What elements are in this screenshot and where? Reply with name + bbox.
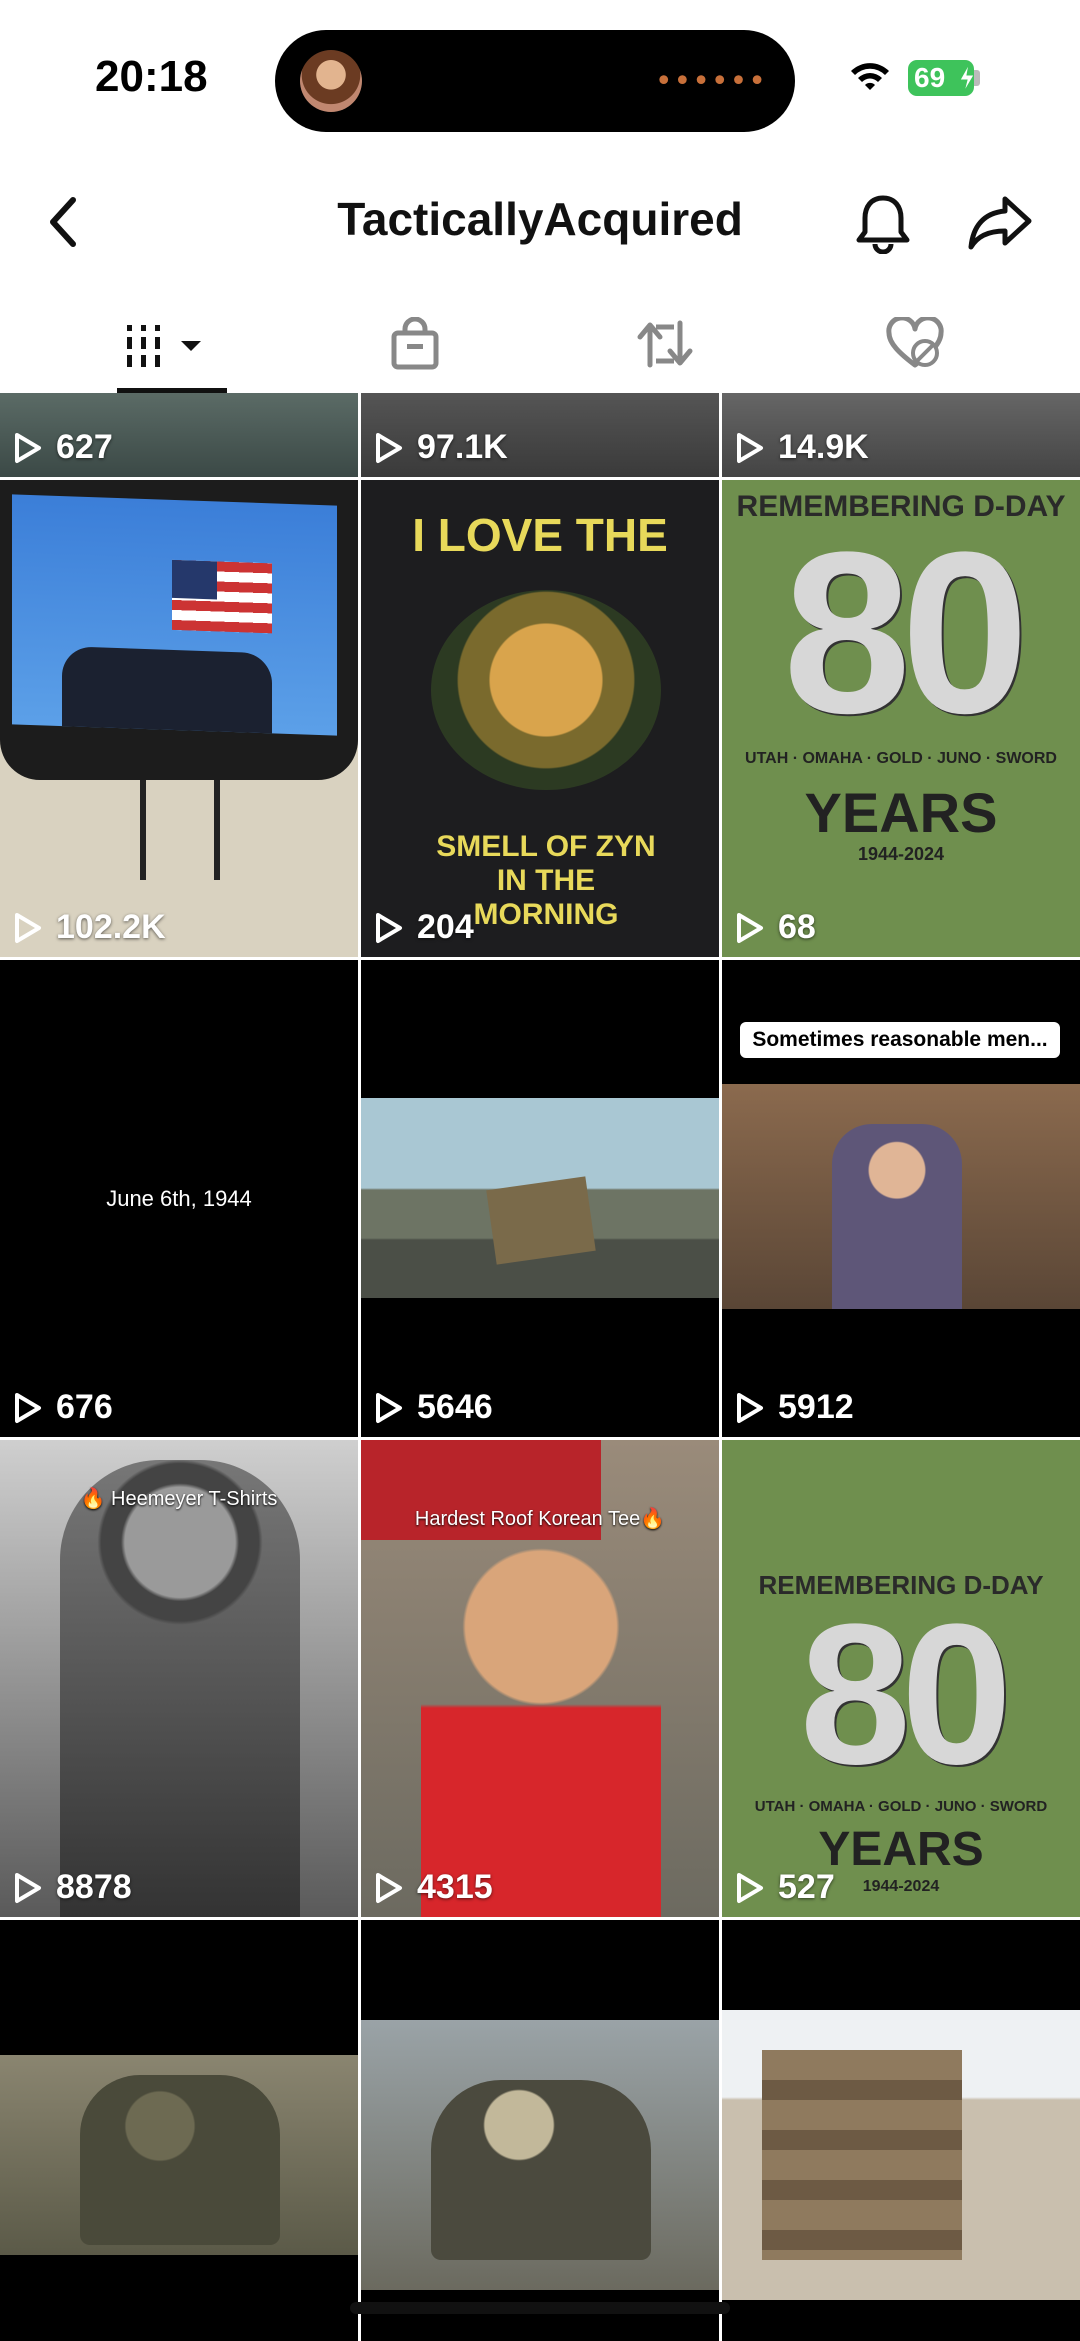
grid-dropdown-icon <box>127 325 201 367</box>
battery-cap <box>974 70 980 86</box>
view-count: 8878 <box>14 1868 132 1907</box>
view-count: 97.1K <box>375 428 508 467</box>
video-tile[interactable]: 🔥 Heemeyer T-Shirts 8878 <box>0 1440 358 1917</box>
video-tile[interactable]: REMEMBERING D-DAY 80 UTAH · OMAHA · GOLD… <box>722 480 1080 957</box>
view-count: 4315 <box>375 1868 493 1907</box>
dday-range: 1944-2024 <box>857 844 945 864</box>
play-icon <box>376 912 402 943</box>
dday-years: YEARS <box>804 781 998 844</box>
video-tile[interactable]: 5646 <box>361 960 719 1437</box>
profile-header: TacticallyAcquired <box>0 170 1080 280</box>
video-title-chip: Sometimes reasonable men... <box>740 1022 1060 1058</box>
dday-beaches: UTAH · OMAHA · GOLD · JUNO · SWORD <box>754 1798 1048 1815</box>
heart-hidden-icon <box>886 317 944 368</box>
smiling-man <box>421 1530 661 1917</box>
tab-liked[interactable] <box>825 295 1005 393</box>
battery-indicator: 69 <box>908 60 975 96</box>
play-icon <box>15 912 41 943</box>
live-activity-avatar <box>300 50 362 112</box>
page-title: TacticallyAcquired <box>337 193 743 245</box>
tripod-stand <box>140 780 220 880</box>
dynamic-island[interactable]: •••••• <box>275 30 795 132</box>
video-tile[interactable] <box>0 1920 358 2341</box>
view-count: 14.9K <box>736 428 869 467</box>
tshirt-portrait <box>431 590 661 790</box>
video-tile[interactable]: 14.9K <box>722 393 1080 477</box>
play-icon <box>376 432 402 463</box>
tab-shop[interactable] <box>325 295 505 393</box>
battery-level: 69 <box>914 62 946 93</box>
share-button[interactable] <box>965 190 1035 256</box>
video-tile[interactable]: Sometimes reasonable men... 5912 <box>722 960 1080 1437</box>
video-frame <box>0 2055 358 2255</box>
dday-number: 80 <box>783 504 1029 761</box>
repost-icon <box>637 320 693 368</box>
play-icon <box>737 1872 763 1903</box>
wifi-icon <box>851 63 889 90</box>
view-count: 102.2K <box>14 908 166 947</box>
profile-tabs <box>0 295 1080 393</box>
video-tile[interactable]: 627 <box>0 393 358 477</box>
play-icon <box>737 1392 763 1423</box>
play-icon <box>15 1872 41 1903</box>
video-tile[interactable]: 97.1K <box>361 393 719 477</box>
video-caption: 🔥 Heemeyer T-Shirts <box>80 1488 278 1510</box>
video-frame <box>361 1098 719 1298</box>
video-grid: 627 97.1K 14.9K 102.2K I LOVE THE SMELL … <box>0 393 1080 2341</box>
dday-number: 80 <box>799 1583 1012 1806</box>
share-arrow-icon <box>968 196 1032 250</box>
video-tile[interactable] <box>361 1920 719 2341</box>
video-tile[interactable]: Hardest Roof Korean Tee🔥 4315 <box>361 1440 719 1917</box>
play-icon <box>737 912 763 943</box>
bw-portrait <box>60 1460 300 1917</box>
video-tile[interactable]: I LOVE THE SMELL OF ZYN IN THE MORNING 2… <box>361 480 719 957</box>
video-frame <box>722 1084 1080 1309</box>
shopping-bag-icon <box>391 317 439 370</box>
video-tile[interactable]: REMEMBERING D-DAY 80 UTAH · OMAHA · GOLD… <box>722 1440 1080 1917</box>
home-indicator[interactable] <box>350 2302 730 2314</box>
play-icon <box>376 1392 402 1423</box>
play-icon <box>15 1392 41 1423</box>
video-tile[interactable]: 102.2K <box>0 480 358 957</box>
audio-dots-icon: •••••• <box>654 64 767 99</box>
clock: 20:18 <box>95 52 208 101</box>
tab-reposts[interactable] <box>575 295 755 393</box>
photo-frame <box>12 494 337 736</box>
tab-videos[interactable] <box>75 295 255 393</box>
bell-icon <box>856 195 910 254</box>
tshirt-headline: I LOVE THE <box>412 509 668 561</box>
view-count: 5912 <box>736 1388 854 1427</box>
notifications-button[interactable] <box>850 188 916 258</box>
play-icon <box>737 432 763 463</box>
play-icon <box>376 1872 402 1903</box>
view-count: 676 <box>14 1388 113 1427</box>
view-count: 68 <box>736 908 816 947</box>
video-frame <box>722 2010 1080 2300</box>
view-count: 5646 <box>375 1388 493 1427</box>
play-icon <box>15 432 41 463</box>
video-tile[interactable]: June 6th, 1944 676 <box>0 960 358 1437</box>
video-frame <box>361 2020 719 2290</box>
dday-beaches: UTAH · OMAHA · GOLD · JUNO · SWORD <box>745 750 1057 767</box>
video-caption: June 6th, 1944 <box>106 1186 252 1211</box>
video-tile[interactable] <box>722 1920 1080 2341</box>
view-count: 527 <box>736 1868 835 1907</box>
view-count: 627 <box>14 428 113 467</box>
status-bar: 20:18 •••••• 69 <box>0 0 1080 150</box>
view-count: 204 <box>375 908 474 947</box>
video-caption: Hardest Roof Korean Tee🔥 <box>414 1508 666 1530</box>
